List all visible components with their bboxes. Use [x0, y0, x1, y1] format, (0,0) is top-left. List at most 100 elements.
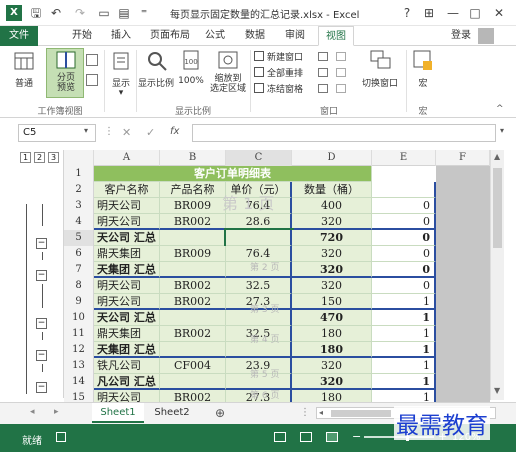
tab-review[interactable]: 审阅 — [280, 26, 310, 46]
row-header[interactable]: 8 — [64, 278, 94, 294]
page-break-preview-button[interactable]: 分页 预览 — [46, 48, 84, 98]
customize-qat-icon[interactable]: ⁼ — [136, 4, 152, 22]
cell-d5[interactable]: 720 — [292, 230, 372, 246]
cell-e7[interactable]: 0 — [372, 262, 436, 278]
zoom-button[interactable]: 显示比例 — [138, 50, 174, 96]
insert-function-icon[interactable]: fx — [170, 126, 179, 137]
split-icon[interactable] — [318, 52, 328, 61]
cell-d12[interactable]: 180 — [292, 342, 372, 358]
sheet-tab-sheet2[interactable]: Sheet2 — [146, 403, 198, 423]
cell-a5[interactable]: 天公司 汇总 — [94, 230, 160, 246]
cell-e5[interactable]: 0 — [372, 230, 436, 246]
tab-data[interactable]: 数据 — [240, 26, 270, 46]
scroll-thumb[interactable] — [493, 168, 502, 248]
freeze-panes-button[interactable]: 冻结窗格 — [254, 82, 314, 96]
cell-a8[interactable]: 明天公司 — [94, 278, 160, 294]
row-header[interactable]: 12 — [64, 342, 94, 358]
cell-c4[interactable]: 28.6 — [226, 214, 292, 230]
name-box-dropdown-icon[interactable]: ▾ — [84, 126, 88, 135]
cell-d10[interactable]: 470 — [292, 310, 372, 326]
normal-view-status-icon[interactable] — [274, 432, 286, 442]
scroll-up-icon[interactable]: ▲ — [494, 152, 500, 161]
custom-views-icon[interactable] — [86, 74, 98, 86]
row-header[interactable]: 5 — [64, 230, 94, 246]
cell-a9[interactable]: 明天公司 — [94, 294, 160, 310]
tab-formulas[interactable]: 公式 — [200, 26, 230, 46]
row-header[interactable]: 10 — [64, 310, 94, 326]
hide-icon[interactable] — [318, 68, 328, 77]
unhide-icon[interactable] — [318, 84, 328, 93]
cell-a11[interactable]: 鼎天集团 — [94, 326, 160, 342]
cell-d11[interactable]: 180 — [292, 326, 372, 342]
avatar-icon[interactable] — [478, 28, 494, 44]
cell-e2[interactable] — [372, 182, 436, 198]
cell-a14[interactable]: 凡公司 汇总 — [94, 374, 160, 390]
next-sheet-icon[interactable]: ▸ — [54, 407, 59, 417]
maximize-button[interactable]: □ — [466, 4, 484, 22]
vertical-scrollbar[interactable]: ▲ ▼ — [490, 150, 504, 400]
row-header[interactable]: 6 — [64, 246, 94, 262]
scroll-down-icon[interactable]: ▼ — [494, 386, 500, 395]
show-button[interactable]: 显示 ▾ — [108, 50, 134, 98]
cell-e13[interactable]: 1 — [372, 358, 436, 374]
reset-window-position-icon[interactable] — [336, 84, 346, 93]
tab-file[interactable]: 文件 — [0, 26, 38, 46]
cell-c5[interactable] — [224, 228, 294, 248]
cell-b10[interactable] — [160, 310, 226, 326]
tab-insert[interactable]: 插入 — [106, 26, 136, 46]
cell-b2[interactable]: 产品名称 — [160, 182, 226, 198]
macros-button[interactable]: 宏 — [410, 50, 436, 96]
cell-a12[interactable]: 天集团 汇总 — [94, 342, 160, 358]
minimize-button[interactable]: — — [444, 4, 462, 22]
row-header[interactable]: 7 — [64, 262, 94, 278]
cell-b9[interactable]: BR002 — [160, 294, 226, 310]
ribbon-display-button[interactable]: ⊞ — [420, 4, 438, 22]
column-header-c[interactable]: C — [226, 150, 292, 166]
cell-b13[interactable]: CF004 — [160, 358, 226, 374]
cell-b7[interactable] — [160, 262, 226, 278]
close-button[interactable]: ✕ — [490, 4, 508, 22]
outline-level-1-button[interactable]: 1 — [20, 152, 31, 163]
enter-icon[interactable]: ✓ — [146, 126, 155, 139]
view-side-by-side-icon[interactable] — [336, 52, 346, 61]
cell-d2[interactable]: 数量（桶） — [292, 182, 372, 198]
column-header-b[interactable]: B — [160, 150, 226, 166]
page-break-status-icon[interactable] — [326, 432, 338, 442]
sheet-tab-sheet1[interactable]: Sheet1 — [92, 403, 144, 423]
cell-b12[interactable] — [160, 342, 226, 358]
cell-e14[interactable]: 1 — [372, 374, 436, 390]
macro-record-icon[interactable] — [56, 432, 66, 442]
cell-a6[interactable]: 鼎天集团 — [94, 246, 160, 262]
cell-d4[interactable]: 320 — [292, 214, 372, 230]
cell-b6[interactable]: BR009 — [160, 246, 226, 262]
open-folder-icon[interactable]: ▭ — [96, 4, 112, 22]
tab-page-layout[interactable]: 页面布局 — [144, 26, 196, 46]
cell-c8[interactable]: 32.5 — [226, 278, 292, 294]
scroll-left-icon[interactable]: ◂ — [319, 408, 323, 417]
preview-icon[interactable]: ▤ — [116, 4, 132, 22]
new-window-button[interactable]: 新建窗口 — [254, 50, 314, 64]
cell-d13[interactable]: 320 — [292, 358, 372, 374]
cell-e10[interactable]: 1 — [372, 310, 436, 326]
page-layout-status-icon[interactable] — [300, 432, 312, 442]
cell-a3[interactable]: 明天公司 — [94, 198, 160, 214]
save-icon[interactable]: 🖫 — [28, 4, 44, 22]
cell-a2[interactable]: 客户名称 — [94, 182, 160, 198]
outline-level-3-button[interactable]: 3 — [48, 152, 59, 163]
cell-b14[interactable] — [160, 374, 226, 390]
row-header[interactable]: 1 — [64, 166, 94, 182]
cell-e8[interactable]: 0 — [372, 278, 436, 294]
tab-home[interactable]: 开始 — [62, 26, 102, 46]
zoom-to-selection-button[interactable]: 缩放到 选定区域 — [208, 50, 248, 96]
cell-e9[interactable]: 1 — [372, 294, 436, 310]
zoom-out-icon[interactable]: − — [352, 430, 361, 443]
horizontal-scroll-thumb[interactable] — [331, 410, 391, 417]
table-title[interactable]: 客户订单明细表 — [94, 166, 372, 182]
cell-e6[interactable]: 0 — [372, 246, 436, 262]
cell-d14[interactable]: 320 — [292, 374, 372, 390]
column-header-e[interactable]: E — [372, 150, 436, 166]
arrange-all-button[interactable]: 全部重排 — [254, 66, 314, 80]
cell-a13[interactable]: 铁凡公司 — [94, 358, 160, 374]
undo-icon[interactable]: ↶ — [48, 4, 64, 22]
page-layout-view-icon[interactable] — [86, 54, 98, 66]
